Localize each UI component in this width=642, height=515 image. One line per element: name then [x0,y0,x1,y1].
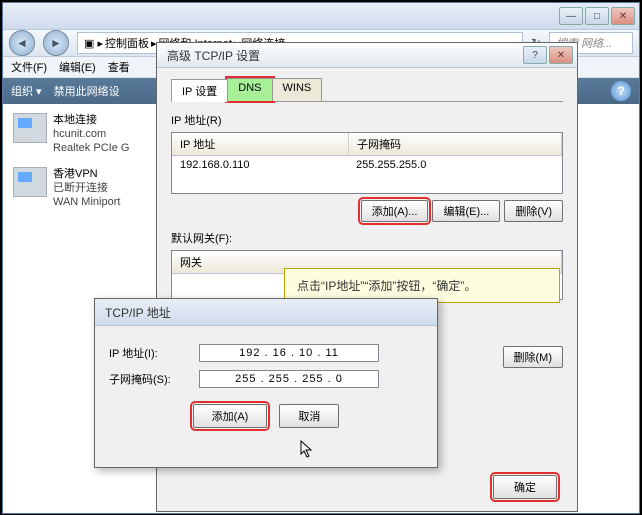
edit-ip-button[interactable]: 编辑(E)... [432,200,500,222]
ip-field-label: IP 地址(I): [109,345,199,361]
dlg2-titlebar: TCP/IP 地址 [95,299,437,326]
back-button[interactable]: ◄ [9,30,35,56]
conn-line2: Realtek PCIe G [53,141,129,155]
help-icon[interactable]: ? [611,81,631,101]
crumb-icon[interactable]: ▣ ▸ [84,37,103,50]
min-button[interactable]: — [559,7,583,25]
vpn-icon [13,167,47,197]
max-button[interactable]: □ [585,7,609,25]
connection-item[interactable]: 香港VPN 已断开连接 WAN Miniport [13,167,153,209]
ip-group-label: IP 地址(R) [171,112,563,128]
col-mask: 子网掩码 [349,133,562,155]
menu-view[interactable]: 查看 [104,57,134,77]
dlg1-close-button[interactable]: ✕ [549,46,573,64]
menu-edit[interactable]: 编辑(E) [55,57,100,77]
cell-ip: 192.168.0.110 [172,156,348,174]
conn-line1: 已断开连接 [53,181,120,195]
delete-gw-button[interactable]: 删除(M) [503,346,564,368]
dlg2-title: TCP/IP 地址 [99,304,433,321]
dlg1-title: 高级 TCP/IP 设置 [161,47,521,64]
outer-titlebar: — □ ✕ [3,3,639,30]
cmd-organize[interactable]: 组织 ▾ [11,83,42,99]
gw-group-label: 默认网关(F): [171,230,563,246]
ip-input[interactable]: 192 . 16 . 10 . 11 [199,344,379,362]
dlg1-help-button[interactable]: ? [523,46,547,64]
cmd-disable[interactable]: 禁用此网络设 [54,83,120,99]
close-button[interactable]: ✕ [611,7,635,25]
tab-strip: IP 设置 DNS WINS [171,78,563,102]
delete-ip-button[interactable]: 删除(V) [504,200,563,222]
fwd-button[interactable]: ► [43,30,69,56]
tab-ip-settings[interactable]: IP 设置 [171,79,228,102]
ip-row[interactable]: 192.168.0.110 255.255.255.0 [172,156,562,174]
menu-file[interactable]: 文件(F) [7,57,51,77]
ip-listview[interactable]: IP 地址 子网掩码 192.168.0.110 255.255.255.0 [171,132,563,194]
col-ip: IP 地址 [172,133,349,155]
conn-name: 香港VPN [53,167,120,181]
add-button[interactable]: 添加(A) [193,404,268,428]
nic-icon [13,113,47,143]
connection-item[interactable]: 本地连接 hcunit.com Realtek PCIe G [13,113,153,155]
crumb-0[interactable]: 控制面板 [105,35,149,51]
conn-line2: WAN Miniport [53,195,120,209]
conn-name: 本地连接 [53,113,129,127]
ok-button[interactable]: 确定 [493,475,557,499]
mask-field-label: 子网掩码(S): [109,371,199,387]
conn-line1: hcunit.com [53,127,129,141]
tab-dns[interactable]: DNS [227,78,272,101]
connections-pane: 本地连接 hcunit.com Realtek PCIe G 香港VPN 已断开… [13,113,153,221]
cell-mask: 255.255.255.0 [348,156,434,174]
dlg1-titlebar: 高级 TCP/IP 设置 ? ✕ [157,43,577,68]
tab-wins[interactable]: WINS [272,78,323,101]
tcpip-address-dialog: TCP/IP 地址 IP 地址(I): 192 . 16 . 10 . 11 子… [94,298,438,468]
add-ip-button[interactable]: 添加(A)... [361,200,429,222]
mask-input[interactable]: 255 . 255 . 255 . 0 [199,370,379,388]
cancel-button[interactable]: 取消 [279,404,339,428]
